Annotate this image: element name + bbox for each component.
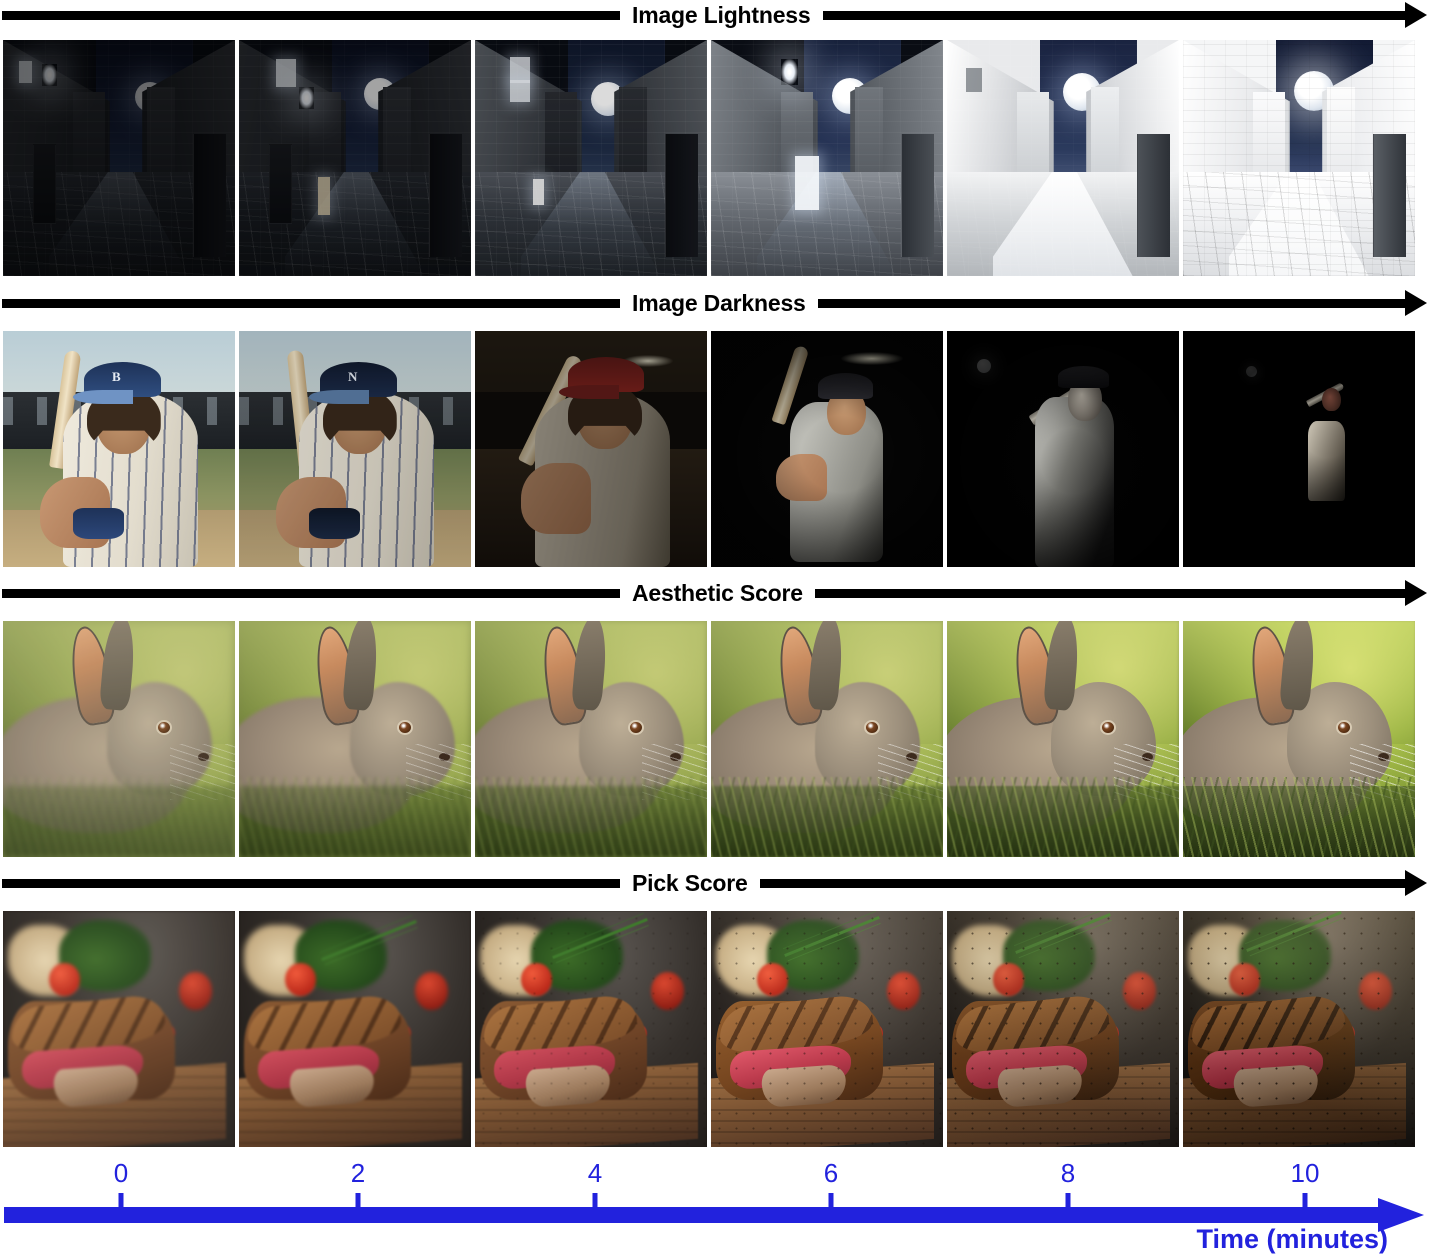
arrow-line-left xyxy=(2,10,620,20)
arrow-line-left xyxy=(2,298,620,308)
section-label-image-lightness: Image Lightness xyxy=(632,1,811,28)
arrow-head-icon xyxy=(1405,290,1427,316)
frame-darkness-4[interactable] xyxy=(947,331,1179,567)
frame-lightness-2[interactable] xyxy=(475,40,707,276)
time-axis-bar xyxy=(4,1207,1380,1223)
frame-lightness-3[interactable] xyxy=(711,40,943,276)
frame-aesthetic-4[interactable] xyxy=(947,621,1179,857)
frame-pick-3[interactable] xyxy=(711,911,943,1147)
image-row-pick-score xyxy=(3,911,1427,1147)
arrow-line-right xyxy=(759,878,1405,888)
image-row-aesthetic-score xyxy=(3,621,1427,857)
figure-root: Image Lightness Image Darkness B N Aesth… xyxy=(0,0,1430,1256)
time-axis: 0 2 4 6 8 10 Time (minutes) xyxy=(0,1150,1430,1256)
section-label-pick-score: Pick Score xyxy=(632,869,748,896)
arrow-line-right xyxy=(814,588,1405,598)
arrow-line-right xyxy=(817,298,1405,308)
image-row-image-darkness: B N xyxy=(3,331,1427,567)
arrow-head-icon xyxy=(1405,2,1427,28)
section-arrow-aesthetic-score: Aesthetic Score xyxy=(0,578,1430,608)
frame-darkness-5[interactable] xyxy=(1183,331,1415,567)
frame-pick-0[interactable] xyxy=(3,911,235,1147)
tick-label-2: 2 xyxy=(350,1158,366,1188)
section-arrow-image-darkness: Image Darkness xyxy=(0,288,1430,318)
frame-pick-5[interactable] xyxy=(1183,911,1415,1147)
tick-label-0: 0 xyxy=(113,1158,129,1188)
tick-label-6: 6 xyxy=(823,1158,839,1188)
section-arrow-image-lightness: Image Lightness xyxy=(0,0,1430,30)
frame-lightness-1[interactable] xyxy=(239,40,471,276)
frame-aesthetic-3[interactable] xyxy=(711,621,943,857)
frame-pick-2[interactable] xyxy=(475,911,707,1147)
frame-lightness-4[interactable] xyxy=(947,40,1179,276)
arrow-line-right xyxy=(822,10,1405,20)
arrow-line-left xyxy=(2,878,620,888)
frame-lightness-5[interactable] xyxy=(1183,40,1415,276)
frame-pick-1[interactable] xyxy=(239,911,471,1147)
section-label-aesthetic-score: Aesthetic Score xyxy=(632,579,803,606)
frame-darkness-0[interactable]: B xyxy=(3,331,235,567)
arrow-head-icon xyxy=(1405,870,1427,896)
frame-darkness-2[interactable] xyxy=(475,331,707,567)
frame-darkness-1[interactable]: N xyxy=(239,331,471,567)
frame-lightness-0[interactable] xyxy=(3,40,235,276)
tick-label-4: 4 xyxy=(587,1158,603,1188)
frame-aesthetic-5[interactable] xyxy=(1183,621,1415,857)
frame-darkness-3[interactable] xyxy=(711,331,943,567)
tick-label-10: 10 xyxy=(1290,1158,1320,1188)
frame-pick-4[interactable] xyxy=(947,911,1179,1147)
frame-aesthetic-1[interactable] xyxy=(239,621,471,857)
section-arrow-pick-score: Pick Score xyxy=(0,868,1430,898)
frame-aesthetic-2[interactable] xyxy=(475,621,707,857)
section-label-image-darkness: Image Darkness xyxy=(632,289,806,316)
image-row-image-lightness xyxy=(3,40,1427,276)
frame-aesthetic-0[interactable] xyxy=(3,621,235,857)
tick-label-8: 8 xyxy=(1060,1158,1076,1188)
arrow-head-icon xyxy=(1405,580,1427,606)
arrow-line-left xyxy=(2,588,620,598)
time-axis-caption: Time (minutes) xyxy=(1196,1224,1388,1254)
